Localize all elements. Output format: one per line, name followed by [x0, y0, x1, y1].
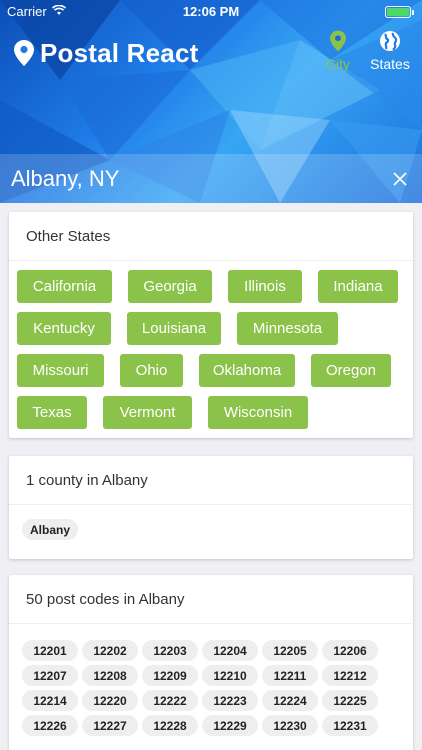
state-button[interactable]: Indiana: [318, 270, 398, 303]
post-code-chip[interactable]: 12203: [142, 640, 198, 661]
app-title: Postal React: [40, 37, 199, 68]
location-bar: Albany, NY: [0, 154, 422, 203]
map-pin-icon: [14, 40, 34, 66]
county-chip[interactable]: Albany: [22, 519, 79, 540]
clock: 12:06 PM: [182, 4, 240, 19]
status-bar: Carrier 12:06 PM: [0, 0, 422, 24]
counties-card: 1 county in Albany Albany: [9, 456, 413, 559]
post-code-chip[interactable]: 12227: [82, 715, 138, 736]
post-code-chip[interactable]: 12229: [202, 715, 258, 736]
post-code-chip[interactable]: 12231: [322, 715, 378, 736]
counties-title: 1 county in Albany: [9, 456, 413, 505]
post-code-chip[interactable]: 12220: [82, 690, 138, 711]
battery-icon: [385, 6, 414, 18]
post-codes-title: 50 post codes in Albany: [9, 575, 413, 624]
post-code-chip[interactable]: 12226: [22, 715, 78, 736]
post-code-chip[interactable]: 12214: [22, 690, 78, 711]
post-code-chip[interactable]: 12228: [142, 715, 198, 736]
other-states-card: Other States California Georgia Illinois…: [9, 212, 413, 438]
post-code-chip[interactable]: 12209: [142, 665, 198, 686]
post-code-chip[interactable]: 12230: [262, 715, 318, 736]
post-code-chip[interactable]: 12222: [142, 690, 198, 711]
post-code-chip[interactable]: 12207: [22, 665, 78, 686]
state-button[interactable]: Louisiana: [127, 312, 221, 345]
post-code-chip[interactable]: 12206: [322, 640, 378, 661]
state-button[interactable]: Ohio: [120, 354, 183, 387]
post-code-chip[interactable]: 12211: [262, 665, 318, 686]
post-code-chip[interactable]: 12208: [82, 665, 138, 686]
current-location: Albany, NY: [11, 165, 120, 191]
state-button[interactable]: Oregon: [311, 354, 391, 387]
county-list: Albany: [9, 505, 413, 554]
post-code-chip[interactable]: 12205: [262, 640, 318, 661]
tab-city[interactable]: City: [314, 26, 362, 72]
post-code-chip[interactable]: 12223: [202, 690, 258, 711]
state-button[interactable]: Oklahoma: [199, 354, 295, 387]
location-pin-icon: [330, 30, 346, 52]
tab-city-label: City: [325, 56, 351, 72]
state-button[interactable]: Texas: [17, 396, 87, 429]
app-header: Carrier 12:06 PM Postal React City State…: [0, 0, 422, 203]
tab-states[interactable]: States: [366, 26, 414, 72]
state-button[interactable]: California: [17, 270, 112, 303]
close-icon[interactable]: [392, 171, 408, 187]
post-code-chip[interactable]: 12204: [202, 640, 258, 661]
state-button[interactable]: Missouri: [17, 354, 104, 387]
state-button[interactable]: Kentucky: [17, 312, 111, 345]
post-codes-card: 50 post codes in Albany 12201 12202 1220…: [9, 575, 413, 750]
post-code-chip[interactable]: 12225: [322, 690, 378, 711]
app-brand: Postal React: [14, 38, 198, 68]
other-states-title: Other States: [9, 212, 413, 261]
post-code-chip[interactable]: 12212: [322, 665, 378, 686]
states-grid: California Georgia Illinois Indiana Kent…: [9, 261, 413, 429]
state-button[interactable]: Illinois: [228, 270, 302, 303]
view-tabs: City States: [314, 26, 414, 72]
tab-states-label: States: [370, 56, 410, 72]
post-code-grid: 12201 12202 12203 12204 12205 12206 1220…: [9, 624, 413, 736]
post-code-chip[interactable]: 12224: [262, 690, 318, 711]
state-button[interactable]: Minnesota: [237, 312, 338, 345]
state-button[interactable]: Vermont: [103, 396, 192, 429]
globe-icon: [380, 31, 400, 51]
post-code-chip[interactable]: 12210: [202, 665, 258, 686]
state-button[interactable]: Wisconsin: [208, 396, 308, 429]
state-button[interactable]: Georgia: [128, 270, 212, 303]
post-code-chip[interactable]: 12202: [82, 640, 138, 661]
post-code-chip[interactable]: 12201: [22, 640, 78, 661]
